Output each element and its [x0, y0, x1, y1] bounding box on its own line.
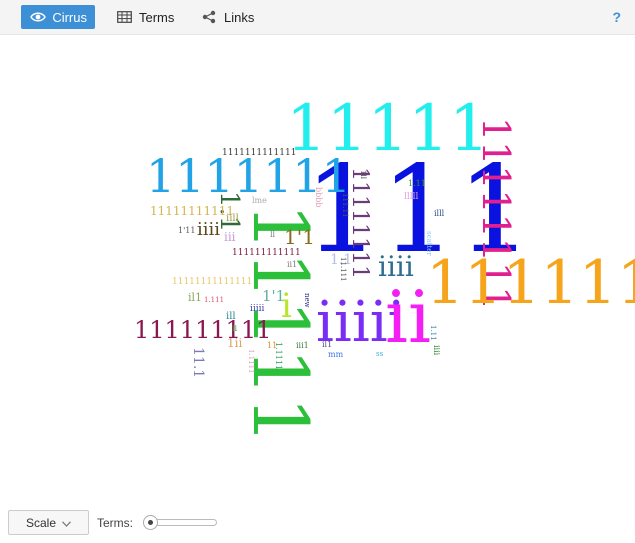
terms-slider-handle[interactable] — [143, 515, 158, 530]
cloud-word[interactable]: 1111111111111 — [222, 149, 296, 158]
cloud-word[interactable]: ss — [376, 351, 383, 358]
cloud-word[interactable]: 1.11 — [429, 325, 437, 341]
cloud-word[interactable]: iii1 — [296, 342, 309, 350]
tab-terms-label: Terms — [139, 9, 175, 25]
cloud-word[interactable]: iiiii — [250, 305, 264, 314]
toolbar: Cirrus Terms Links ? — [0, 0, 635, 35]
cloud-word[interactable]: iii — [224, 231, 236, 243]
cloud-word[interactable]: ii — [232, 325, 237, 333]
cloud-word[interactable]: 111111111 — [134, 318, 271, 342]
cloud-word[interactable]: 1.1111 — [247, 349, 255, 374]
cloud-word[interactable]: 11111111111111 — [172, 278, 252, 287]
cloud-word[interactable]: scatter — [425, 231, 433, 256]
cloud-word[interactable]: 11.1 — [190, 347, 206, 378]
cloud-word[interactable]: iill — [226, 214, 239, 224]
tab-terms[interactable]: Terms — [107, 5, 182, 29]
cloud-word[interactable]: ill — [226, 312, 236, 322]
eye-icon — [29, 10, 46, 24]
scale-dropdown[interactable]: Scale — [8, 510, 89, 535]
tab-cirrus[interactable]: Cirrus — [21, 5, 95, 29]
cloud-word[interactable]: 1ll — [359, 170, 367, 179]
cloud-word[interactable]: lme — [252, 197, 267, 205]
cloud-word[interactable]: 111.11 — [341, 193, 349, 218]
cloud-word[interactable]: mm — [328, 351, 343, 359]
cloud-word[interactable]: 111111111111 — [232, 249, 301, 258]
cloud-word[interactable]: 11.111 — [339, 257, 347, 282]
cloud-word[interactable]: 111111 — [426, 253, 635, 313]
cloud-word[interactable]: iiii — [197, 221, 220, 239]
cirrus-word-cloud: 11111 111 1111111 11111111 111111 11111 … — [0, 35, 635, 505]
cloud-word[interactable]: bbbb — [314, 187, 323, 207]
tab-links-label: Links — [224, 9, 255, 25]
cloud-word[interactable]: 11111111111 — [150, 205, 234, 217]
chevron-down-icon — [62, 516, 71, 530]
tab-cirrus-label: Cirrus — [52, 9, 87, 25]
cloud-word[interactable]: new — [303, 293, 311, 308]
footer-bar: Scale Terms: — [0, 505, 635, 543]
cloud-word[interactable]: 1ii — [227, 337, 242, 349]
cloud-word[interactable]: 1.11 — [408, 180, 426, 188]
terms-label: Terms: — [97, 516, 133, 530]
cloud-word[interactable]: il1 — [322, 341, 332, 349]
cloud-word[interactable]: iiii — [432, 345, 441, 355]
grid-icon — [115, 10, 133, 24]
cloud-word[interactable]: iiii — [378, 253, 414, 281]
cloud-word[interactable]: il1 — [188, 292, 202, 303]
cloud-word[interactable]: i — [281, 289, 292, 323]
cloud-word[interactable]: 1.111 — [204, 297, 224, 304]
cloud-word[interactable]: 1.1111 — [274, 342, 283, 370]
cloud-word[interactable]: ll — [270, 231, 275, 239]
cloud-word[interactable]: lllll — [404, 193, 418, 202]
help-icon[interactable]: ? — [612, 9, 621, 25]
tab-links[interactable]: Links — [192, 5, 262, 29]
cloud-word[interactable]: ii1 — [287, 261, 297, 269]
cloud-word[interactable]: 1'11 — [178, 227, 195, 235]
cloud-word[interactable]: 1'1 — [284, 227, 315, 247]
cloud-word[interactable]: illl — [434, 210, 444, 218]
scale-label: Scale — [25, 515, 57, 530]
share-icon — [200, 10, 218, 24]
cloud-word[interactable]: ii — [385, 281, 431, 353]
